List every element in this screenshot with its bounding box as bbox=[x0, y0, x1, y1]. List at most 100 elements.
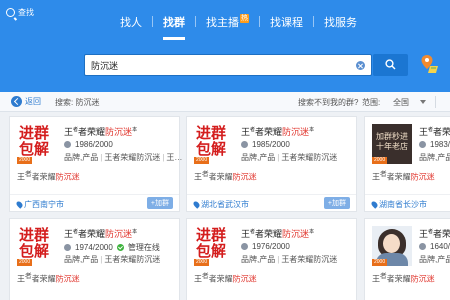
title-text: 者荣耀 bbox=[433, 127, 450, 137]
tag-sep: | bbox=[162, 153, 165, 162]
nav-tabs: 找人 找群 找主播热 找课程 找服务 bbox=[110, 14, 367, 40]
group-title: 王者者荣耀 bbox=[419, 125, 450, 138]
location-icon[interactable] bbox=[421, 54, 439, 74]
tab-label: 找服务 bbox=[324, 17, 357, 29]
pin-icon bbox=[370, 200, 379, 209]
group-tags: 品牌,产品|王 bbox=[419, 254, 450, 265]
count-badge: 2000 bbox=[372, 259, 388, 266]
group-title: 王者者荣耀防沉迷本 bbox=[64, 125, 137, 138]
title-text: 本 bbox=[309, 229, 315, 235]
title-highlight: 防沉迷 bbox=[105, 127, 133, 137]
title-text: 本 bbox=[132, 229, 138, 235]
owner-text: 者 bbox=[380, 171, 387, 178]
tag: 品牌,产品 bbox=[419, 255, 450, 264]
title-text: 王 bbox=[64, 127, 74, 137]
owner-text: 王 bbox=[372, 274, 380, 284]
person-icon bbox=[419, 141, 426, 148]
tag: 品牌,产品 bbox=[419, 153, 450, 162]
search-icon bbox=[385, 59, 396, 70]
owner-text: 者 bbox=[25, 273, 32, 280]
owner-text: 者荣耀 bbox=[386, 172, 411, 182]
avatar-text: 包解 bbox=[19, 243, 50, 260]
title-text: 本 bbox=[309, 127, 315, 133]
search-button[interactable] bbox=[373, 54, 408, 76]
tab-find-courses[interactable]: 找课程 bbox=[260, 14, 313, 40]
app-title: 查找 bbox=[6, 7, 34, 18]
title-text: 者荣耀 bbox=[255, 127, 283, 137]
tab-label: 找主播 bbox=[206, 17, 239, 29]
title-text: 本 bbox=[132, 127, 138, 133]
tab-find-people[interactable]: 找人 bbox=[110, 14, 152, 40]
card-divider bbox=[10, 194, 179, 195]
check-icon bbox=[116, 244, 124, 251]
back-label: 返回 bbox=[25, 97, 41, 106]
person-icon bbox=[241, 243, 248, 250]
title-text: 者荣耀 bbox=[255, 229, 283, 239]
tag: 王… bbox=[166, 153, 183, 162]
owner-text: 王 bbox=[194, 274, 202, 284]
avatar-text: 进群 bbox=[196, 125, 227, 142]
location-text: 湖北省武汉市 bbox=[201, 200, 249, 209]
range-select[interactable]: 全国 bbox=[393, 97, 409, 108]
group-owner: 王者者荣耀防沉迷 bbox=[372, 270, 435, 285]
member-count: 1640/2 bbox=[419, 242, 450, 251]
managed-status: 管理在线 bbox=[127, 243, 160, 252]
member-count-text: 1986/2000 bbox=[75, 140, 113, 149]
title-text: 王 bbox=[241, 127, 251, 137]
location-text: 湖南省长沙市 bbox=[379, 200, 427, 209]
group-card[interactable]: 2000 王者者荣耀 1640/2 品牌,产品|王 王者者荣耀防沉迷 bbox=[364, 218, 450, 300]
title-text: 王 bbox=[419, 229, 429, 239]
person-icon bbox=[241, 141, 248, 148]
owner-highlight: 防沉迷 bbox=[55, 274, 80, 284]
group-owner: 王者者荣耀防沉迷 bbox=[17, 270, 80, 285]
tag: 品牌,产品 bbox=[64, 255, 99, 264]
join-group-button[interactable]: +加群 bbox=[146, 197, 173, 209]
tab-find-services[interactable]: 找服务 bbox=[314, 14, 367, 40]
group-card[interactable]: 进群 包解 2000 王者者荣耀防沉迷本 1986/2000 品牌,产品 | 王者荣… bbox=[9, 116, 183, 212]
title-highlight: 防沉迷 bbox=[282, 229, 310, 239]
join-group-button[interactable]: +加群 bbox=[323, 197, 350, 209]
not-found-link[interactable]: 搜索不到我的群? bbox=[298, 97, 358, 108]
owner-highlight: 防沉迷 bbox=[410, 274, 435, 284]
group-owner: 王者者荣耀防沉迷 bbox=[194, 270, 257, 285]
hot-badge: 热 bbox=[240, 14, 249, 23]
tag: 品牌,产品 bbox=[241, 153, 276, 162]
member-count: 1986/2000 bbox=[64, 140, 113, 149]
owner-text: 者 bbox=[380, 273, 387, 280]
tab-find-groups[interactable]: 找群 bbox=[153, 14, 195, 40]
back-button[interactable]: 返回 bbox=[11, 96, 41, 107]
chevron-down-icon[interactable] bbox=[420, 100, 426, 104]
member-count-text: 1640/2 bbox=[430, 242, 450, 251]
owner-text: 者荣耀 bbox=[208, 274, 233, 284]
search-input[interactable] bbox=[91, 59, 341, 72]
title-highlight: 防沉迷 bbox=[282, 127, 310, 137]
member-count-text: 1976/2000 bbox=[252, 242, 290, 251]
group-title: 王者者荣耀防沉迷本 bbox=[241, 227, 314, 240]
group-card[interactable]: 加群秒进 十年老店 2000 王者者荣耀 1983/2 品牌,产品|王 王者者荣… bbox=[364, 116, 450, 212]
avatar-text: 加群秒进 bbox=[376, 132, 408, 141]
avatar-face bbox=[383, 234, 400, 253]
group-owner: 王者者荣耀防沉迷 bbox=[17, 168, 80, 183]
group-location: 广西南宁市 bbox=[15, 199, 64, 210]
group-card[interactable]: 进群 包解 2000 王者者荣耀防沉迷本 1974/2000 管理在线 品牌,产品… bbox=[9, 218, 180, 300]
search-summary: 搜索: 防沉迷 bbox=[55, 98, 100, 107]
avatar-text: 进群 bbox=[19, 227, 50, 244]
clear-icon[interactable] bbox=[356, 61, 365, 70]
tab-find-streamers[interactable]: 找主播热 bbox=[196, 14, 259, 40]
tag-sep: | bbox=[100, 153, 103, 162]
group-avatar: 2000 bbox=[372, 226, 412, 266]
group-card[interactable]: 进群 包解 2000 王者者荣耀防沉迷本 1985/2000 品牌,产品 | 王者荣… bbox=[186, 116, 357, 212]
member-count: 1983/2 bbox=[419, 140, 450, 149]
owner-text: 王 bbox=[372, 172, 380, 182]
group-card[interactable]: 进群 包解 2000 王者者荣耀防沉迷本 1976/2000 品牌,产品 | 王者荣… bbox=[186, 218, 357, 300]
group-avatar: 进群 包解 2000 bbox=[17, 124, 57, 164]
person-icon bbox=[419, 243, 426, 250]
search-box bbox=[84, 54, 372, 76]
pin-icon bbox=[192, 200, 201, 209]
group-owner: 王者者荣耀防沉迷 bbox=[372, 168, 435, 183]
tag-sep: | bbox=[277, 153, 280, 162]
count-badge: 2000 bbox=[194, 157, 210, 164]
group-avatar: 加群秒进 十年老店 2000 bbox=[372, 124, 412, 164]
search-logo-icon bbox=[6, 8, 15, 17]
title-highlight: 防沉迷 bbox=[105, 229, 133, 239]
